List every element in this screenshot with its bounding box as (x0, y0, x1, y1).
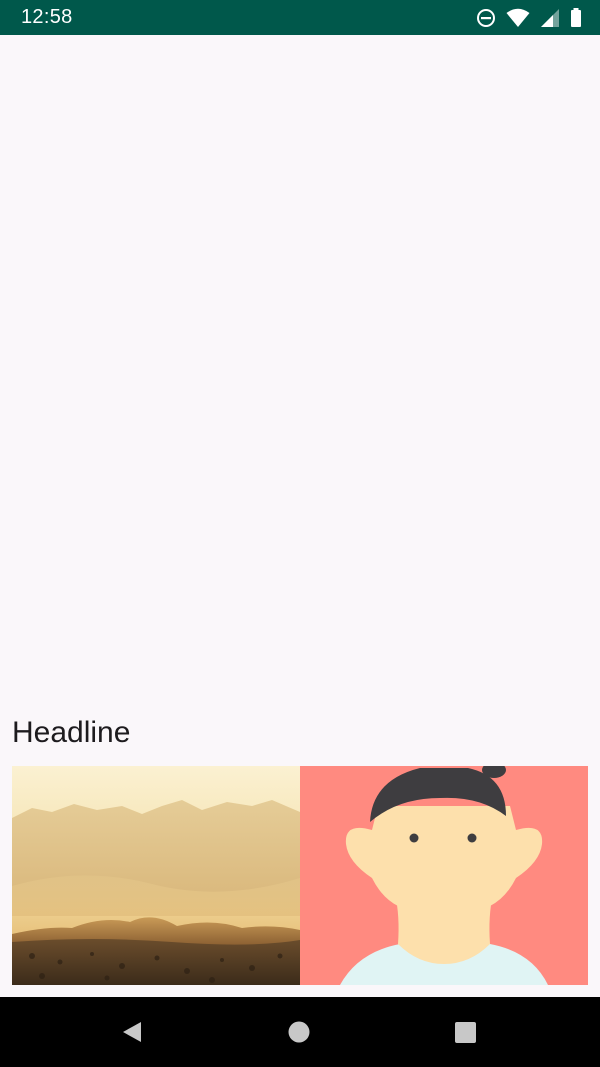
image-row (12, 766, 588, 985)
person-avatar-illustration (300, 766, 588, 985)
home-circle-icon (288, 1021, 310, 1043)
headline: Headline (12, 716, 131, 749)
recents-square-icon (455, 1022, 476, 1043)
desert-dunes-image (12, 766, 300, 985)
cell-signal-icon (540, 8, 560, 28)
navigation-bar (0, 997, 600, 1067)
battery-icon (570, 8, 582, 28)
wifi-icon (506, 8, 530, 28)
status-bar: 12:58 (0, 0, 600, 35)
back-triangle-icon (123, 1022, 141, 1042)
do-not-disturb-icon (476, 8, 496, 28)
main-content: Headline (0, 35, 600, 997)
recents-button[interactable] (450, 1017, 480, 1047)
status-icons (476, 7, 582, 29)
status-time: 12:58 (21, 6, 73, 28)
back-button[interactable] (117, 1017, 147, 1047)
home-button[interactable] (284, 1017, 314, 1047)
